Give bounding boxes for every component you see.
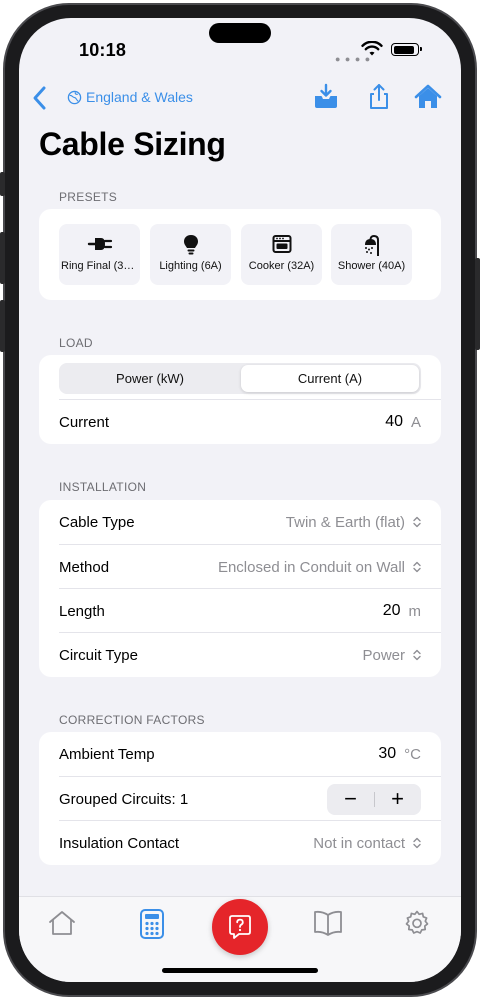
correction-section-header: CORRECTION FACTORS bbox=[59, 713, 205, 727]
length-value-input[interactable]: 20 bbox=[383, 602, 401, 620]
page-title: Cable Sizing bbox=[39, 126, 226, 162]
shower-icon bbox=[364, 234, 379, 256]
load-section-header: LOAD bbox=[59, 336, 93, 350]
power-button bbox=[475, 258, 480, 350]
cable-type-value: Twin & Earth (flat) bbox=[285, 513, 405, 531]
home-indicator bbox=[162, 968, 318, 973]
current-value-input[interactable]: 40 bbox=[385, 413, 403, 431]
download-tray-icon[interactable] bbox=[311, 82, 341, 112]
tab-home[interactable] bbox=[45, 909, 79, 941]
ambient-temp-input[interactable]: 30 bbox=[378, 745, 396, 763]
preset-lighting[interactable]: Lighting (6A) bbox=[150, 224, 231, 285]
share-icon[interactable] bbox=[364, 82, 394, 112]
insulation-contact-label: Insulation Contact bbox=[59, 834, 180, 852]
load-card: Power (kW) Current (A) Current 40 A bbox=[39, 355, 441, 444]
settings-tab-icon bbox=[405, 910, 429, 934]
length-unit: m bbox=[408, 602, 422, 620]
region-label: England & Wales bbox=[86, 89, 193, 105]
back-chevron-icon[interactable] bbox=[29, 84, 51, 112]
preset-cooker[interactable]: Cooker (32A) bbox=[241, 224, 322, 285]
preset-label: Lighting (6A) bbox=[159, 260, 222, 272]
correction-card: Ambient Temp 30 °C Grouped Circuits: 1 −… bbox=[39, 732, 441, 865]
ambient-temp-label: Ambient Temp bbox=[59, 745, 155, 763]
tab-calculator[interactable] bbox=[135, 909, 169, 941]
grouped-circuits-stepper: − + bbox=[327, 783, 421, 815]
region-selector[interactable]: England & Wales bbox=[67, 89, 193, 105]
globe-icon bbox=[67, 90, 82, 104]
circuit-type-value: Power bbox=[362, 646, 405, 664]
help-fab-button[interactable] bbox=[212, 899, 268, 955]
chevron-up-down-icon bbox=[413, 561, 421, 573]
presets-card: Ring Final (32A) Lighting (6A) Cooker (3… bbox=[39, 209, 441, 300]
insulation-contact-row[interactable]: Insulation Contact Not in contact bbox=[59, 821, 421, 865]
lightbulb-icon bbox=[183, 235, 198, 255]
segment-current-a[interactable]: Current (A) bbox=[241, 365, 419, 392]
calculator-tab-icon bbox=[140, 909, 164, 939]
current-row[interactable]: Current 40 A bbox=[59, 400, 421, 444]
installation-card: Cable Type Twin & Earth (flat) Method En… bbox=[39, 500, 441, 677]
silent-switch bbox=[0, 172, 5, 196]
chevron-up-down-icon bbox=[413, 837, 421, 849]
segment-power-kw[interactable]: Power (kW) bbox=[61, 365, 239, 392]
app-screen: 10:18 ● ● ● ● England & Wales Cable Sizi… bbox=[19, 18, 461, 982]
tab-guide[interactable] bbox=[311, 909, 345, 941]
volume-down-button bbox=[0, 300, 5, 352]
preset-label: Cooker (32A) bbox=[248, 260, 315, 272]
installation-section-header: INSTALLATION bbox=[59, 480, 147, 494]
navigation-bar: England & Wales bbox=[19, 80, 461, 116]
method-row[interactable]: Method Enclosed in Conduit on Wall bbox=[59, 545, 421, 589]
load-mode-segmented-control: Power (kW) Current (A) bbox=[59, 363, 421, 394]
ambient-temp-unit: °C bbox=[404, 745, 421, 763]
length-row[interactable]: Length 20 m bbox=[59, 589, 421, 633]
battery-icon bbox=[391, 43, 422, 56]
plug-icon bbox=[87, 238, 112, 250]
stepper-increment-button[interactable]: + bbox=[374, 784, 421, 815]
stepper-divider bbox=[374, 791, 375, 807]
help-fab-icon bbox=[229, 915, 251, 939]
preset-shower[interactable]: Shower (40A) bbox=[331, 224, 412, 285]
chevron-up-down-icon bbox=[413, 516, 421, 528]
cable-type-label: Cable Type bbox=[59, 513, 135, 531]
oven-icon bbox=[272, 235, 291, 253]
current-unit: A bbox=[410, 413, 421, 431]
insulation-contact-value: Not in contact bbox=[313, 834, 405, 852]
method-label: Method bbox=[59, 558, 110, 576]
current-label: Current bbox=[59, 413, 110, 431]
wifi-icon bbox=[361, 41, 383, 56]
grouped-circuits-label: Grouped Circuits: 1 bbox=[59, 790, 189, 808]
book-tab-icon bbox=[314, 910, 342, 936]
tab-settings[interactable] bbox=[400, 909, 434, 941]
preset-label: Shower (40A) bbox=[337, 260, 406, 272]
cable-type-row[interactable]: Cable Type Twin & Earth (flat) bbox=[59, 500, 421, 544]
status-bar: 10:18 ● ● ● ● bbox=[19, 18, 461, 78]
home-tab-icon bbox=[49, 911, 75, 935]
presets-section-header: PRESETS bbox=[59, 190, 118, 204]
preset-label: Ring Final (32A) bbox=[61, 260, 138, 272]
circuit-type-label: Circuit Type bbox=[59, 646, 138, 664]
dynamic-island bbox=[209, 23, 271, 43]
status-time: 10:18 bbox=[79, 40, 127, 60]
circuit-type-row[interactable]: Circuit Type Power bbox=[59, 633, 421, 677]
length-label: Length bbox=[59, 602, 105, 620]
stepper-decrement-button[interactable]: − bbox=[327, 784, 374, 815]
method-value: Enclosed in Conduit on Wall bbox=[217, 558, 405, 576]
preset-ring-final[interactable]: Ring Final (32A) bbox=[59, 224, 140, 285]
grouped-circuits-row: Grouped Circuits: 1 − + bbox=[59, 777, 421, 821]
chevron-up-down-icon bbox=[413, 649, 421, 661]
volume-up-button bbox=[0, 232, 5, 284]
home-filled-icon[interactable] bbox=[413, 82, 443, 112]
ambient-temp-row[interactable]: Ambient Temp 30 °C bbox=[59, 732, 421, 776]
